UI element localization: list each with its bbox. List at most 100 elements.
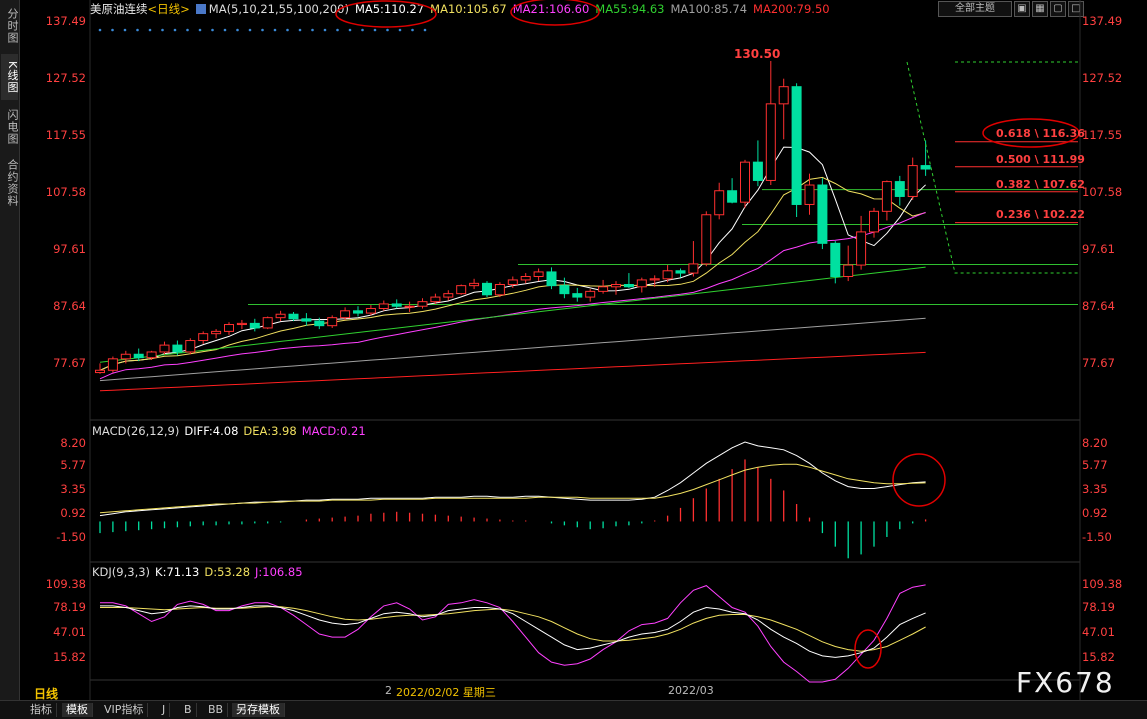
kdj-axis-label: 47.01: [1082, 625, 1115, 639]
candle-body: [636, 279, 647, 288]
kdj-axis-label: 78.19: [53, 600, 86, 614]
candle-body: [275, 313, 286, 319]
candle-body: [843, 264, 854, 277]
signal-dot: [148, 28, 152, 32]
macd-axis-label: 3.35: [1082, 482, 1108, 496]
tab-b[interactable]: B: [180, 703, 197, 717]
candle-body: [894, 181, 905, 197]
candle-body: [740, 161, 750, 203]
signal-dot: [161, 28, 164, 32]
candle-body: [688, 263, 699, 274]
kdj-axis-label: 109.38: [45, 577, 86, 591]
support-lines: [248, 189, 1078, 306]
candle-body: [662, 270, 673, 280]
candle-body: [804, 184, 815, 205]
candle-body: [107, 358, 118, 371]
watermark-logo: FX678: [1016, 666, 1115, 699]
candle-body: [236, 322, 247, 326]
kdj-title: KDJ(9,3,3): [92, 565, 151, 579]
candle-body: [185, 340, 196, 353]
chart-canvas[interactable]: [0, 0, 1147, 700]
kdj-axis-label: 15.82: [53, 650, 86, 664]
candle-body: [727, 190, 738, 203]
tab-indicator[interactable]: 指标: [26, 703, 57, 717]
candle-body: [869, 210, 879, 233]
ma5-line: [99, 146, 926, 371]
candle-body: [572, 293, 583, 298]
candle-body: [533, 271, 544, 277]
candle-body: [881, 181, 892, 212]
x-axis-label: 2022/03: [668, 684, 714, 697]
projection-lines: [906, 61, 1078, 274]
ma21-line: [99, 211, 926, 380]
candle-body: [752, 161, 763, 181]
candle-body: [378, 303, 389, 310]
signal-dot: [98, 28, 102, 32]
annotations: [335, 0, 1080, 669]
macd-axis-label: 5.77: [60, 458, 86, 472]
signal-dot: [361, 28, 364, 32]
candle-body: [301, 318, 312, 322]
pane-separators: [89, 0, 1081, 700]
signal-dot: [123, 28, 127, 32]
signal-dot: [286, 28, 289, 32]
kdj-d: D:53.28: [204, 565, 251, 579]
macd-dea: DEA:3.98: [243, 424, 297, 438]
candle-body: [520, 275, 531, 281]
signal-dot: [423, 28, 427, 32]
tab-template[interactable]: 模板: [62, 703, 93, 717]
high-price-label: 130.50: [734, 47, 781, 61]
candle-body: [623, 284, 634, 288]
macd-value: MACD:0.21: [301, 424, 366, 438]
candle-body: [907, 165, 918, 197]
candle-body: [791, 86, 802, 205]
tab-bb[interactable]: BB: [204, 703, 229, 717]
candle-body: [262, 317, 273, 329]
kdj-j-line: [100, 584, 926, 683]
tab-save-template[interactable]: 另存模板: [232, 703, 285, 717]
macd-cross-circle: [892, 453, 946, 507]
signal-dot: [223, 28, 227, 32]
candlesticks: [95, 60, 931, 374]
kdj-legend: KDJ(9,3,3) K:71.13 D:53.28 J:106.85: [92, 565, 308, 579]
tab-vip-indicator[interactable]: VIP指标: [100, 703, 149, 717]
candle-body: [172, 344, 183, 353]
signal-dot: [298, 28, 302, 32]
candle-body: [507, 279, 518, 286]
signal-dot: [323, 28, 327, 32]
macd-axis-label: -1.50: [56, 530, 86, 544]
candle-body: [198, 333, 209, 342]
candle-body: [159, 344, 170, 353]
macd-axis-label: 0.92: [1082, 506, 1108, 520]
candle-body: [494, 284, 505, 296]
candle-body: [817, 184, 828, 244]
kdj-axis-label: 109.38: [1082, 577, 1123, 591]
signal-dot: [411, 28, 414, 32]
candle-body: [675, 270, 686, 274]
candle-body: [146, 351, 157, 359]
candle-body: [314, 320, 325, 327]
candle-body: [469, 282, 480, 287]
macd-dea-line: [99, 463, 926, 514]
ma21-highlight-ellipse: [510, 0, 600, 26]
signal-dots: [98, 28, 427, 32]
fib-label: 0.236 \ 102.22: [996, 208, 1085, 221]
candle-body: [546, 271, 557, 287]
candle-body: [120, 353, 131, 360]
signal-dot: [398, 28, 402, 32]
x-axis-label: 2: [385, 684, 392, 697]
kdj-axis-label: 78.19: [1082, 600, 1115, 614]
signal-dot: [311, 28, 314, 32]
macd-title: MACD(26,12,9): [92, 424, 180, 438]
tab-j[interactable]: J: [158, 703, 171, 717]
candle-body: [482, 282, 492, 296]
candle-body: [224, 324, 234, 332]
kdj-pane: [100, 584, 926, 683]
candle-body: [391, 303, 402, 307]
signal-dot: [336, 28, 339, 32]
fib-label: 0.382 \ 107.62: [996, 178, 1085, 191]
ma10-line: [99, 176, 926, 371]
x-axis-date-cursor: 2022/02/02 星期三: [396, 686, 496, 699]
macd-axis-label: 8.20: [1082, 436, 1108, 450]
macd-pane: [99, 441, 927, 559]
